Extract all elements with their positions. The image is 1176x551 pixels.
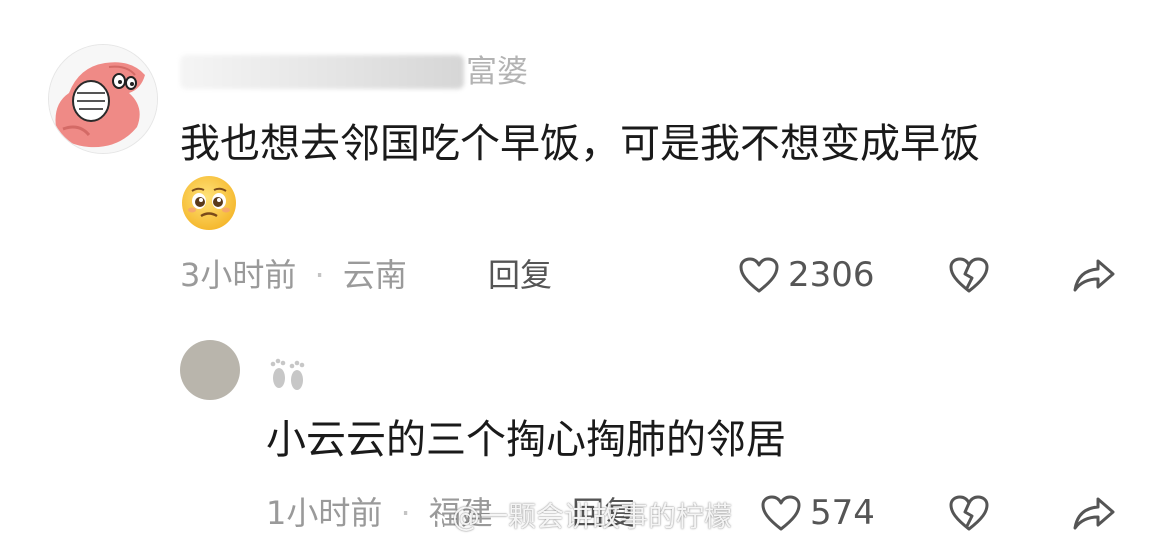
meta-separator: · — [400, 494, 411, 532]
like-count: 2306 — [788, 255, 875, 295]
username-blurred[interactable] — [180, 55, 464, 89]
watermark-text: @一颗会讲故事的柠檬 — [452, 500, 733, 533]
footprints-icon — [266, 352, 310, 394]
broken-heart-icon — [949, 495, 989, 531]
heart-outline-icon — [761, 495, 801, 531]
username-suffix[interactable]: 富婆 — [466, 52, 528, 92]
reply-time: 1小时前 — [266, 494, 383, 532]
comment-meta: 3小时前 · 云南 — [180, 255, 407, 295]
reply-dislike-button[interactable] — [945, 489, 993, 537]
share-arrow-icon — [1073, 259, 1115, 292]
commenter-avatar[interactable] — [48, 44, 158, 154]
dislike-button[interactable] — [945, 251, 993, 299]
share-arrow-icon — [1073, 497, 1115, 530]
like-button[interactable]: 2306 — [738, 255, 875, 295]
reply-like-button[interactable]: 574 — [760, 493, 875, 533]
meta-separator: · — [314, 256, 325, 294]
pleading-face-emoji-icon — [180, 174, 238, 232]
share-button[interactable] — [1070, 251, 1118, 299]
comment-text: 我也想去邻国吃个早饭，可是我不想变成早饭 — [180, 121, 980, 167]
patrick-star-avatar-icon — [49, 45, 157, 153]
comment-time: 3小时前 — [180, 256, 297, 294]
reply-button[interactable]: 回复 — [488, 255, 552, 295]
heart-outline-icon — [739, 257, 779, 293]
reply-avatar[interactable] — [180, 340, 240, 400]
reply-like-count: 574 — [810, 493, 875, 533]
broken-heart-icon — [949, 257, 989, 293]
weibo-watermark: @一颗会讲故事的柠檬 — [418, 497, 732, 537]
comment-location: 云南 — [342, 256, 407, 294]
reply-share-button[interactable] — [1070, 489, 1118, 537]
weibo-logo-icon — [418, 506, 448, 534]
reply-text: 小云云的三个掏心掏肺的邻居 — [266, 417, 786, 463]
